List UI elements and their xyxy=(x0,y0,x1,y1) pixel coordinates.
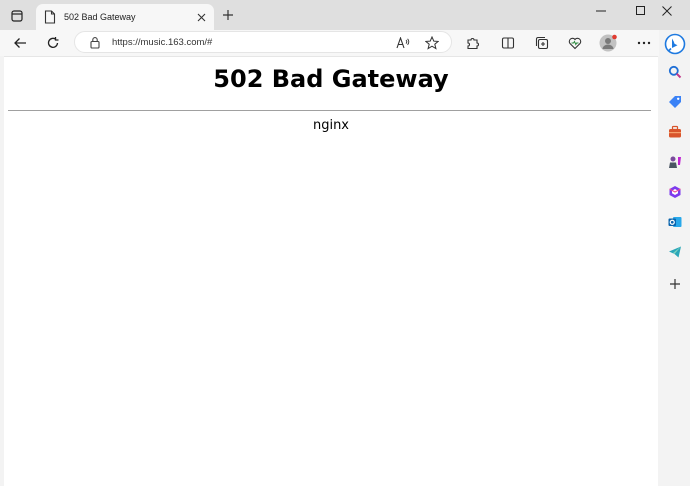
extensions-button[interactable] xyxy=(462,32,484,54)
url-text[interactable]: https://music.163.com/# xyxy=(112,37,212,48)
page-content: 502 Bad Gateway nginx xyxy=(4,56,658,486)
close-icon xyxy=(662,6,672,16)
refresh-button[interactable] xyxy=(42,32,64,54)
read-aloud-icon xyxy=(396,37,410,49)
plus-icon xyxy=(223,10,233,20)
puzzle-icon xyxy=(467,38,479,50)
sidebar-add-button[interactable] xyxy=(666,275,684,293)
lock-icon xyxy=(90,37,100,49)
profile-button[interactable] xyxy=(597,32,619,54)
back-button[interactable] xyxy=(9,32,31,54)
bing-chat-icon xyxy=(664,33,686,55)
sidebar-item-games[interactable] xyxy=(666,153,684,171)
office-icon xyxy=(669,186,681,198)
tools-icon xyxy=(669,125,681,138)
read-aloud-button[interactable] xyxy=(394,34,412,52)
edge-sidebar xyxy=(659,30,690,485)
settings-and-more-button[interactable] xyxy=(633,32,655,54)
page-title: 502 Bad Gateway xyxy=(213,65,449,93)
arrow-left-icon xyxy=(14,38,26,48)
sidebar-item-bing-chat[interactable] xyxy=(664,33,686,55)
page-favicon-icon xyxy=(44,10,56,24)
sidebar-item-outlook[interactable] xyxy=(666,213,684,231)
tab-title: 502 Bad Gateway xyxy=(64,12,136,22)
split-screen-button[interactable] xyxy=(497,32,519,54)
telegram-icon xyxy=(669,246,681,258)
minimize-icon xyxy=(596,10,606,12)
new-tab-button[interactable] xyxy=(220,7,236,23)
split-screen-icon xyxy=(501,37,515,49)
address-bar[interactable]: https://music.163.com/# xyxy=(74,31,452,53)
server-name: nginx xyxy=(312,118,350,133)
shopping-tag-icon xyxy=(669,96,681,108)
divider xyxy=(8,110,651,111)
favorite-star-button[interactable] xyxy=(423,34,441,52)
tab-close-button[interactable] xyxy=(194,10,208,24)
sidebar-item-tools[interactable] xyxy=(666,123,684,141)
collections-icon xyxy=(535,36,549,50)
tab-actions-icon xyxy=(11,10,23,22)
games-icon xyxy=(669,156,681,168)
navigation-toolbar: https://music.163.com/# xyxy=(0,30,690,56)
avatar xyxy=(599,34,617,52)
sidebar-item-telegram[interactable] xyxy=(666,243,684,261)
tab-actions-button[interactable] xyxy=(6,6,28,26)
collections-button[interactable] xyxy=(531,32,553,54)
add-icon xyxy=(670,279,680,289)
outlook-icon xyxy=(668,217,682,227)
search-icon xyxy=(668,65,682,79)
close-icon xyxy=(197,13,205,21)
star-icon xyxy=(425,36,439,50)
browser-essentials-button[interactable] xyxy=(564,32,586,54)
active-tab[interactable]: 502 Bad Gateway xyxy=(36,4,214,30)
more-icon xyxy=(637,41,651,45)
sidebar-item-shopping[interactable] xyxy=(666,93,684,111)
window-close-button[interactable] xyxy=(644,0,690,22)
tab-strip: 502 Bad Gateway xyxy=(0,0,690,30)
sidebar-item-office[interactable] xyxy=(666,183,684,201)
sidebar-item-search[interactable] xyxy=(666,63,684,81)
heart-pulse-icon xyxy=(568,37,582,50)
refresh-icon xyxy=(47,37,59,48)
